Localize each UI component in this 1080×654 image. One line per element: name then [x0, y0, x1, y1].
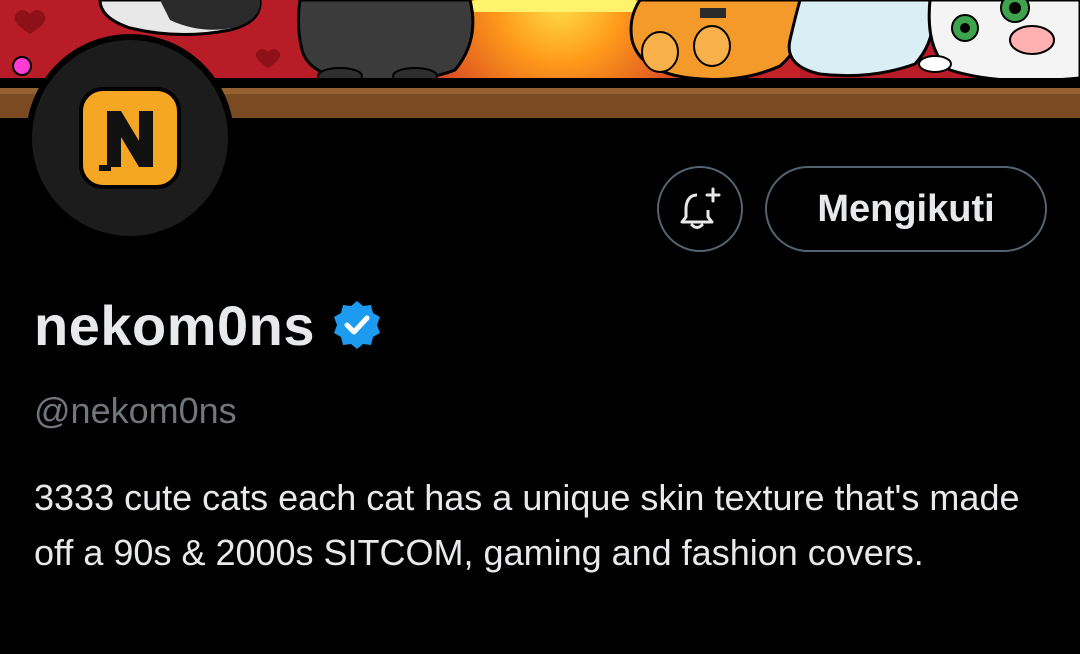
name-row: nekom0ns: [34, 290, 383, 360]
n-logo-icon: [79, 87, 181, 189]
following-button[interactable]: Mengikuti: [765, 166, 1047, 252]
verified-badge-icon[interactable]: [331, 299, 383, 351]
profile-bio: 3333 cute cats each cat has a unique ski…: [34, 477, 1020, 573]
notify-button[interactable]: [657, 166, 743, 252]
display-name: nekom0ns: [34, 293, 315, 357]
bell-plus-icon: [680, 187, 721, 229]
profile-handle: @nekom0ns: [34, 390, 237, 431]
avatar-background: [32, 40, 228, 236]
profile-avatar[interactable]: [26, 34, 234, 242]
